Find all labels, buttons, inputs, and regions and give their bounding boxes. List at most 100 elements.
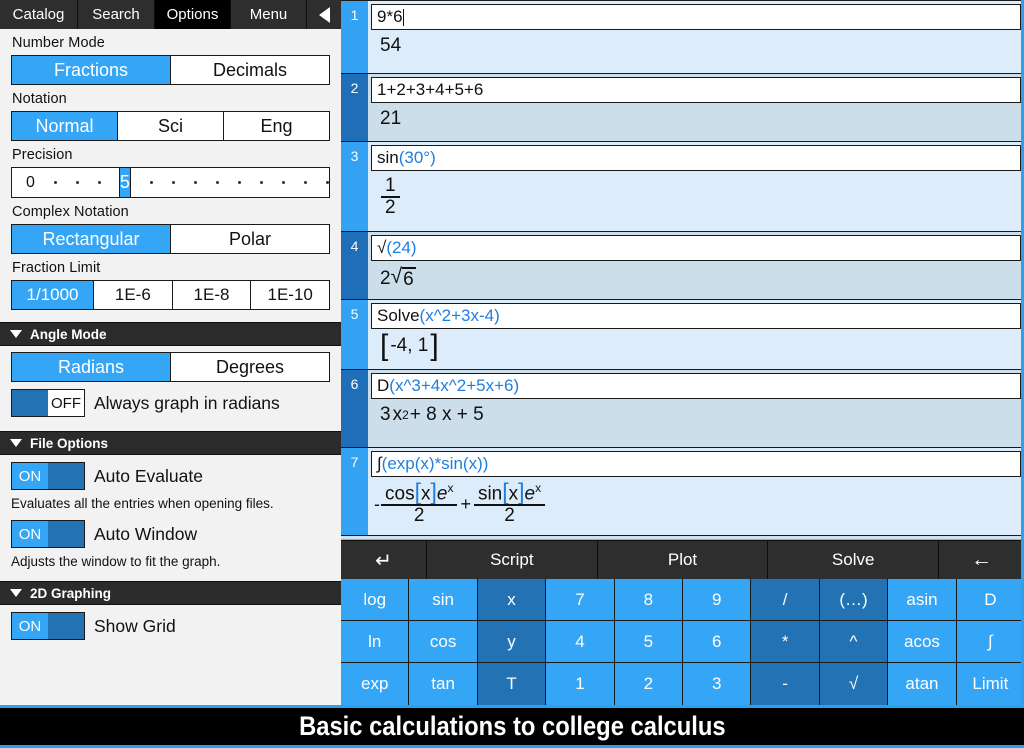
key-ln[interactable]: ln [341,621,409,663]
key-4[interactable]: 4 [546,621,614,663]
key-8[interactable]: 8 [615,579,683,621]
section-file-options[interactable]: File Options [0,431,341,455]
result-coefficient: 2 [380,268,391,290]
key-9[interactable]: 9 [683,579,751,621]
tab-menu-label: Menu [250,6,288,23]
entry-row[interactable]: 4 √(24) 2√6 [341,232,1024,300]
entry-row[interactable]: 5 Solve(x^2+3x-4) [-4, 1] [341,300,1024,370]
auto-window-toggle[interactable]: ON [11,520,85,548]
key-multiply[interactable]: * [751,621,819,663]
tab-catalog[interactable]: Catalog [0,0,78,29]
key-7[interactable]: 7 [546,579,614,621]
tab-menu[interactable]: Menu [231,0,307,29]
entry-row[interactable]: 3 sin(30°) 1 2 [341,142,1024,232]
key-exp[interactable]: exp [341,663,409,705]
key-sin[interactable]: sin [409,579,477,621]
entry-body: √(24) 2√6 [368,232,1024,299]
key-t[interactable]: T [478,663,546,705]
plot-button[interactable]: Plot [598,541,769,579]
text-cursor [403,9,405,26]
complex-notation-segmented: Rectangular Polar [11,224,330,254]
entry-input[interactable]: D(x^3+4x^2+5x+6) [371,373,1021,399]
angle-mode-degrees[interactable]: Degrees [171,353,329,381]
complex-notation-label: Complex Notation [0,198,341,224]
entry-row[interactable]: 7 ∫(exp(x)*sin(x)) - cos[x]ex 2 + sin[x]… [341,448,1024,536]
key-tan[interactable]: tan [409,663,477,705]
key-5[interactable]: 5 [615,621,683,663]
key-2[interactable]: 2 [615,663,683,705]
section-angle-mode[interactable]: Angle Mode [0,322,341,346]
number-mode-fractions[interactable]: Fractions [12,56,171,84]
key-power[interactable]: ^ [820,621,888,663]
angle-mode-radians[interactable]: Radians [12,353,171,381]
precision-slider[interactable]: 0 5 16 [11,167,330,198]
key-minus[interactable]: - [751,663,819,705]
backspace-button[interactable]: ← [939,541,1024,579]
complex-polar[interactable]: Polar [171,225,329,253]
toggle-state-label: ON [12,463,48,489]
show-grid-toggle[interactable]: ON [11,612,85,640]
section-2d-graphing[interactable]: 2D Graphing [0,581,341,605]
entry-number: 3 [341,142,368,231]
key-log[interactable]: log [341,579,409,621]
precision-max-group: 16 [131,168,341,197]
precision-value-knob[interactable]: 5 [119,168,131,197]
notation-normal[interactable]: Normal [12,112,118,140]
entry-body: 1+2+3+4+5+6 21 [368,74,1024,141]
entry-input[interactable]: √(24) [371,235,1021,261]
entry-row[interactable]: 2 1+2+3+4+5+6 21 [341,74,1024,142]
key-divide[interactable]: / [751,579,819,621]
tab-options[interactable]: Options [155,0,231,29]
toggle-knob [48,463,84,489]
key-cos[interactable]: cos [409,621,477,663]
fraction-limit-1e-6[interactable]: 1E-6 [94,281,173,309]
script-button[interactable]: Script [427,541,598,579]
entry-input[interactable]: 1+2+3+4+5+6 [371,77,1021,103]
key-1[interactable]: 1 [546,663,614,705]
collapse-panel-button[interactable] [307,0,341,29]
key-limit[interactable]: Limit [957,663,1024,705]
notation-sci[interactable]: Sci [118,112,224,140]
auto-evaluate-toggle[interactable]: ON [11,462,85,490]
entry-result: 54 [368,30,1024,63]
notation-eng[interactable]: Eng [224,112,329,140]
entry-input-function: D [377,376,389,396]
key-y[interactable]: y [478,621,546,663]
key-integral[interactable]: ∫ [957,621,1024,663]
entry-list[interactable]: 1 9*6 54 2 1+2+3+4+5+6 21 3 sin(30°) [341,0,1024,539]
enter-button[interactable]: ↵ [341,541,427,579]
complex-rectangular[interactable]: Rectangular [12,225,171,253]
poly-variable: x [391,404,403,426]
key-x[interactable]: x [478,579,546,621]
key-acos[interactable]: acos [888,621,956,663]
entry-input[interactable]: sin(30°) [371,145,1021,171]
number-mode-decimals[interactable]: Decimals [171,56,329,84]
entry-row[interactable]: 1 9*6 54 [341,0,1024,74]
trig-argument: x [509,483,519,504]
always-graph-radians-toggle[interactable]: OFF [11,389,85,417]
always-graph-radians-row: OFF Always graph in radians [0,382,341,417]
result-term-1: cos[x]ex 2 [381,482,457,527]
key-sqrt[interactable]: √ [820,663,888,705]
entry-number: 6 [341,370,368,447]
tab-search[interactable]: Search [78,0,155,29]
key-3[interactable]: 3 [683,663,751,705]
entry-input[interactable]: Solve(x^2+3x-4) [371,303,1021,329]
fraction-limit-1-1000[interactable]: 1/1000 [12,281,94,309]
entry-row[interactable]: 6 D(x^3+4x^2+5x+6) 3x2+ 8 x + 5 [341,370,1024,448]
fraction-limit-1e-8[interactable]: 1E-8 [173,281,252,309]
solve-button[interactable]: Solve [768,541,939,579]
key-derivative[interactable]: D [957,579,1024,621]
entry-input[interactable]: ∫(exp(x)*sin(x)) [371,451,1021,477]
keypad-row: exp tan T 1 2 3 - √ atan Limit [341,663,1024,705]
auto-evaluate-label: Auto Evaluate [94,466,203,487]
precision-tick [76,181,79,184]
key-6[interactable]: 6 [683,621,751,663]
key-asin[interactable]: asin [888,579,956,621]
worksheet-area: 1 9*6 54 2 1+2+3+4+5+6 21 3 sin(30°) [341,0,1024,705]
entry-result: 2√6 [368,261,1024,297]
key-parentheses[interactable]: (…) [820,579,888,621]
key-atan[interactable]: atan [888,663,956,705]
fraction-limit-1e-10[interactable]: 1E-10 [251,281,329,309]
entry-input[interactable]: 9*6 [371,4,1021,30]
